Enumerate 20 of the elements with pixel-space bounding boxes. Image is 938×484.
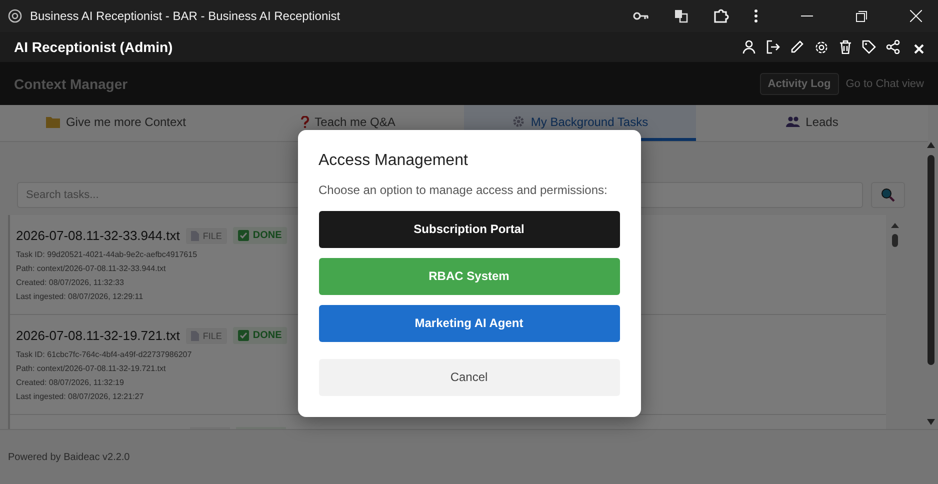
footer-text: Powered by Baideac v2.2.0: [8, 452, 130, 462]
window-title: Business AI Receptionist - BAR - Business AI Receptionist: [30, 9, 340, 23]
task-path: Path: context/2026-07-08.11-32-33.944.txt: [16, 263, 166, 275]
dialog-title: Access Management: [318, 152, 469, 170]
status-label: DONE: [252, 330, 282, 341]
created-date: Created: 08/07/2026, 11:32:33: [16, 277, 124, 289]
created-date: Created: 08/07/2026, 11:32:19: [16, 377, 124, 389]
status-label: DONE: [252, 230, 282, 241]
ingested-date: Last ingested: 08/07/2026, 12:29:11: [16, 291, 144, 303]
task-path: Path: context/2026-07-08.11-32-19.721.txt: [16, 363, 166, 375]
task-id: Task ID: 61cbc7fc-764c-4bf4-a49f-d22737986207: [16, 349, 192, 361]
app-title: AI Receptionist (Admin): [14, 39, 173, 55]
file-type-label: FILE: [202, 330, 222, 340]
page-title: Context Manager: [14, 76, 128, 92]
ingested-date: Last ingested: 08/07/2026, 12:21:27: [16, 391, 144, 403]
file-type-label: FILE: [202, 230, 222, 240]
dialog-message: Choose an option to manage access and permissions:: [318, 182, 608, 196]
task-name: 2026-07-08.11-32-33.944.txt: [16, 228, 180, 243]
task-id: Task ID: 99d20521-4021-44ab-9e2c-aefbc4917615: [16, 249, 198, 261]
task-name: 2026-07-08.11-32-19.721.txt: [16, 328, 180, 343]
